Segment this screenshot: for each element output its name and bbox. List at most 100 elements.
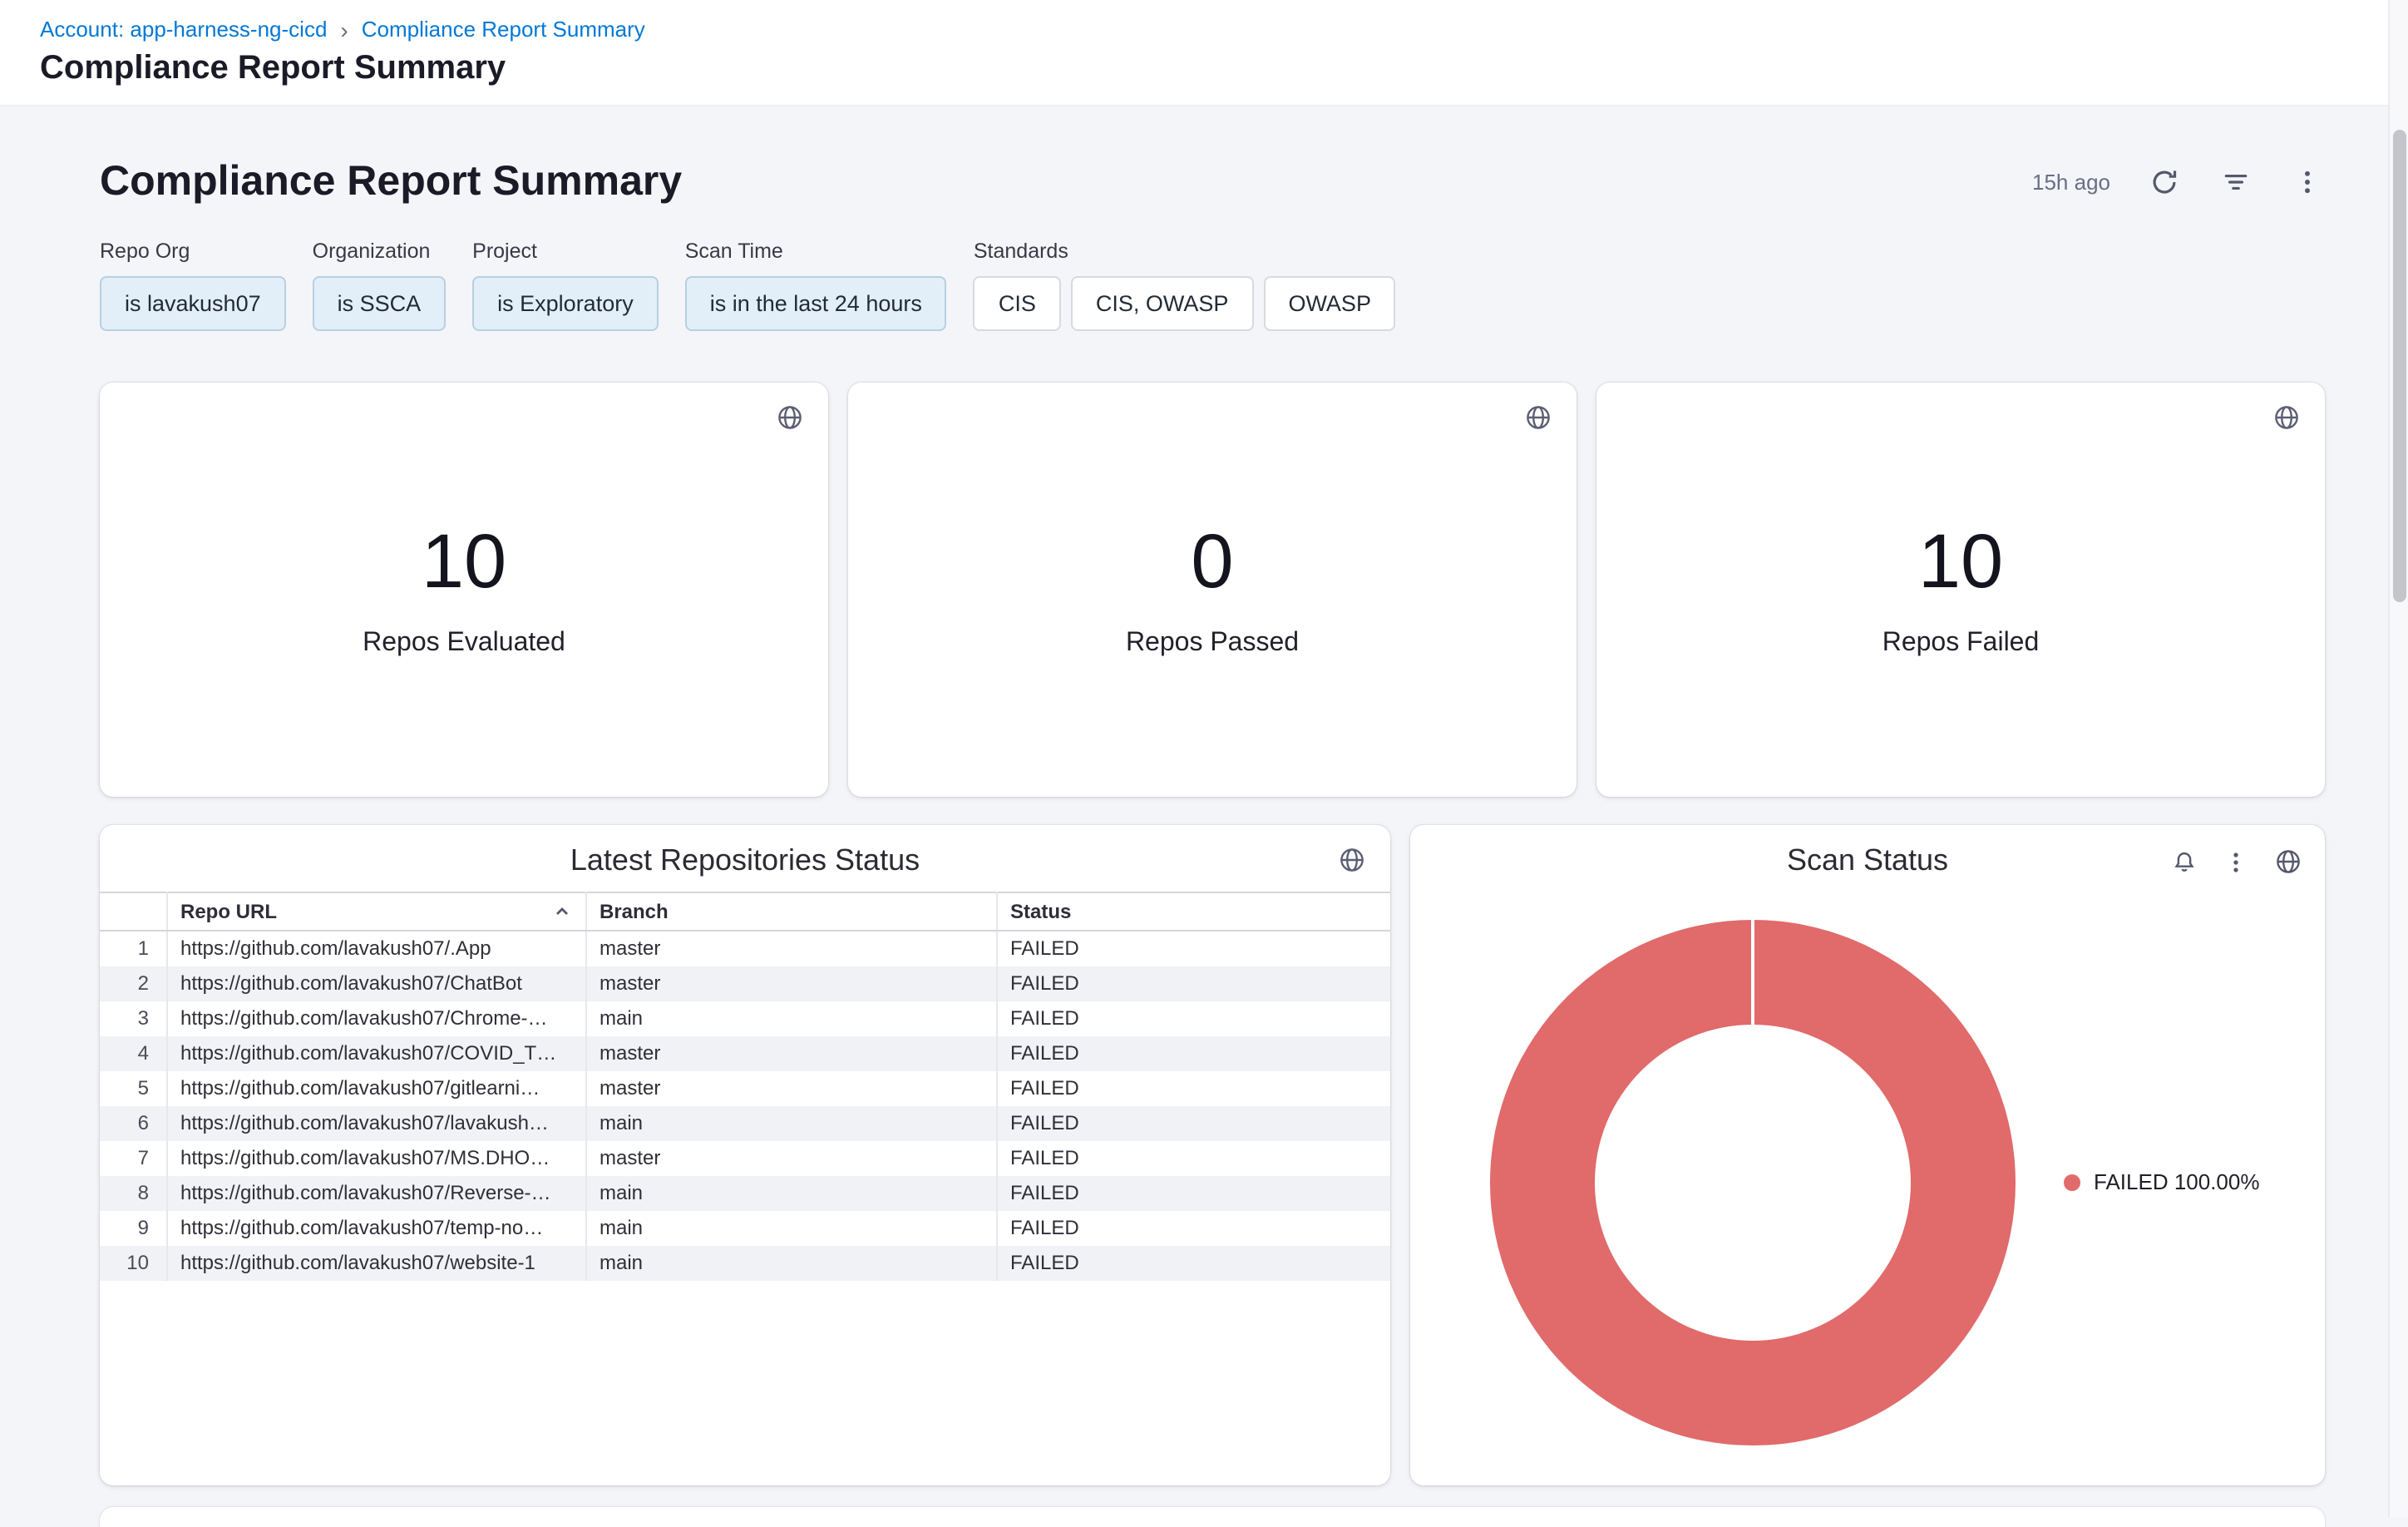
row-number: 1 — [100, 931, 166, 966]
stat-card-repos-passed: 0Repos Passed — [848, 383, 1577, 797]
latest-repositories-card: Latest Repositories Status Repo URL — [100, 825, 1390, 1485]
dashboard-header: Compliance Report Summary 15h ago — [100, 153, 2325, 210]
stat-label: Repos Failed — [1882, 628, 2040, 658]
status-cell: FAILED — [996, 1176, 1390, 1211]
scan-status-donut[interactable] — [1490, 920, 2016, 1445]
branch-cell: main — [585, 1246, 996, 1281]
table-card-title: Latest Repositories Status — [100, 825, 1390, 880]
donut-seam — [1751, 920, 1754, 1026]
stat-value: 0 — [1191, 521, 1233, 598]
repo-url-cell: https://github.com/lavakush07/Chrome-… — [166, 1001, 585, 1036]
tile-globe-button[interactable] — [1335, 843, 1369, 877]
top-bar: Account: app-harness-ng-cicd › Complianc… — [0, 0, 2408, 106]
table-row[interactable]: 8https://github.com/lavakush07/Reverse-…… — [100, 1176, 1390, 1211]
breadcrumb: Account: app-harness-ng-cicd › Complianc… — [40, 17, 2368, 42]
more-options-button[interactable] — [2290, 164, 2325, 199]
repo-url-cell: https://github.com/lavakush07/gitlearni… — [166, 1071, 585, 1106]
table-row[interactable]: 9https://github.com/lavakush07/temp-no…m… — [100, 1211, 1390, 1246]
branch-cell: master — [585, 1036, 996, 1071]
filter-chip-cis[interactable]: CIS — [974, 276, 1061, 331]
status-cell: FAILED — [996, 966, 1390, 1001]
breadcrumb-account-link[interactable]: Account: app-harness-ng-cicd — [40, 17, 327, 42]
refresh-icon — [2150, 167, 2179, 195]
row-number: 5 — [100, 1071, 166, 1106]
stat-label: Repos Evaluated — [363, 628, 565, 658]
filter-chip-is-exploratory[interactable]: is Exploratory — [472, 276, 659, 331]
tile-globe-button[interactable] — [2272, 845, 2305, 878]
column-header-branch[interactable]: Branch — [585, 892, 996, 931]
filter-icon — [2222, 167, 2250, 195]
scrollbar-thumb[interactable] — [2393, 130, 2406, 602]
table-row[interactable]: 3https://github.com/lavakush07/Chrome-…m… — [100, 1001, 1390, 1036]
branch-cell: master — [585, 1141, 996, 1176]
column-label: Repo URL — [180, 898, 277, 925]
stat-value: 10 — [422, 521, 506, 598]
stat-cards-row: 10 Repos Evaluated 0Repos Passed10Repos Fa… — [100, 383, 2325, 797]
breadcrumb-current-link[interactable]: Compliance Report Summary — [362, 17, 645, 42]
filter-group-organization: Organizationis SSCA — [313, 240, 447, 331]
filter-group-scan-time: Scan Time is in the last 24 hours — [685, 240, 947, 331]
table-row[interactable]: 4https://github.com/lavakush07/COVID_T…m… — [100, 1036, 1390, 1071]
column-header-repo-url[interactable]: Repo URL — [166, 892, 585, 931]
status-cell: FAILED — [996, 931, 1390, 966]
table-header-row: Repo URL Branch — [100, 892, 1390, 931]
filter-chip-is-ssca[interactable]: is SSCA — [313, 276, 447, 331]
stat-card-repos-evaluated: 10 Repos Evaluated — [100, 383, 828, 797]
refresh-button[interactable] — [2147, 164, 2182, 199]
table-row[interactable]: 7https://github.com/lavakush07/MS.DHO…ma… — [100, 1141, 1390, 1176]
branch-cell: master — [585, 931, 996, 966]
table-row[interactable]: 10https://github.com/lavakush07/website-… — [100, 1246, 1390, 1281]
filter-label: Scan Time — [685, 240, 947, 263]
filter-chip-row: is lavakush07 — [100, 276, 286, 331]
filter-group-project: Projectis Exploratory — [472, 240, 659, 331]
branch-cell: main — [585, 1106, 996, 1141]
dashboard-actions: 15h ago — [2032, 164, 2325, 199]
column-label: Branch — [600, 900, 669, 923]
page-title: Compliance Report Summary — [40, 50, 2368, 88]
bell-icon — [2172, 849, 2197, 874]
branch-cell: master — [585, 1071, 996, 1106]
stat-card-repos-failed: 10Repos Failed — [1596, 383, 2325, 797]
scan-card-actions — [2169, 845, 2305, 878]
dashboard-content: Compliance Report Summary 15h ago — [0, 106, 2408, 1527]
globe-icon — [2275, 848, 2302, 875]
tile-globe-button[interactable] — [1522, 401, 1555, 434]
tile-globe-button[interactable] — [2270, 401, 2303, 434]
table-row[interactable]: 2https://github.com/lavakush07/ChatBotma… — [100, 966, 1390, 1001]
bottom-row: Latest Repositories Status Repo URL — [100, 825, 2325, 1485]
tile-globe-button[interactable] — [773, 401, 807, 434]
page-scrollbar[interactable] — [2388, 0, 2408, 1517]
filter-button[interactable] — [2218, 164, 2253, 199]
filter-chip-owasp[interactable]: OWASP — [1263, 276, 1396, 331]
repo-table: Repo URL Branch — [100, 892, 1390, 1281]
status-cell: FAILED — [996, 1246, 1390, 1281]
repo-url-cell: https://github.com/lavakush07/website-1 — [166, 1246, 585, 1281]
row-number: 3 — [100, 1001, 166, 1036]
page: Account: app-harness-ng-cicd › Complianc… — [0, 0, 2408, 1517]
alerts-button[interactable] — [2169, 846, 2200, 877]
filter-label: Repo Org — [100, 240, 286, 263]
table-row[interactable]: 5https://github.com/lavakush07/gitlearni… — [100, 1071, 1390, 1106]
filter-group-repo-org: Repo Org is lavakush07 — [100, 240, 286, 331]
row-number: 8 — [100, 1176, 166, 1211]
filter-chip-cis-owasp[interactable]: CIS, OWASP — [1071, 276, 1254, 331]
filter-chip-is-lavakush07[interactable]: is lavakush07 — [100, 276, 286, 331]
row-number: 6 — [100, 1106, 166, 1141]
tile-menu-button[interactable] — [2220, 846, 2252, 877]
column-header-status[interactable]: Status — [996, 892, 1390, 931]
globe-icon — [2273, 404, 2300, 431]
row-number: 2 — [100, 966, 166, 1001]
status-cell: FAILED — [996, 1141, 1390, 1176]
filter-chip-is-in-the-last-24-hours[interactable]: is in the last 24 hours — [685, 276, 947, 331]
table-row[interactable]: 1https://github.com/lavakush07/.Appmaste… — [100, 931, 1390, 966]
scan-status-card: Scan Status FAILED 100.00% — [1410, 825, 2325, 1485]
legend-label: FAILED 100.00% — [2094, 1169, 2259, 1194]
kebab-menu-icon — [2223, 849, 2248, 874]
table-row[interactable]: 6https://github.com/lavakush07/lavakush…… — [100, 1106, 1390, 1141]
donut-hole — [1595, 1025, 1911, 1341]
branch-cell: main — [585, 1211, 996, 1246]
repo-url-cell: https://github.com/lavakush07/MS.DHO… — [166, 1141, 585, 1176]
filter-chip-row: is SSCA — [313, 276, 447, 331]
breadcrumb-separator-icon: › — [340, 17, 348, 41]
status-cell: FAILED — [996, 1071, 1390, 1106]
